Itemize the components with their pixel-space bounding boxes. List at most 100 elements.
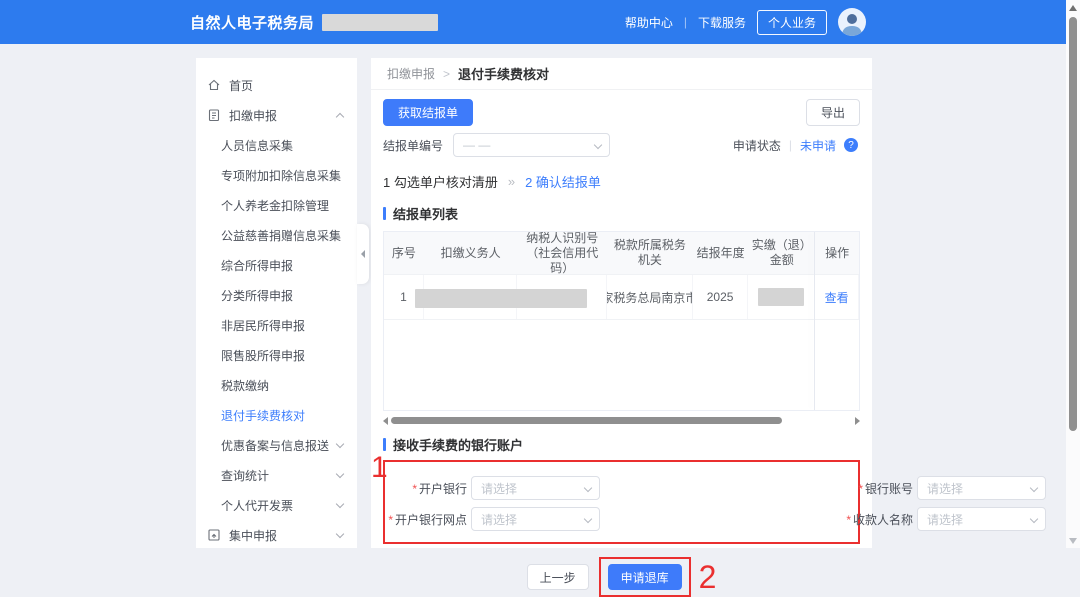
previous-step-button[interactable]: 上一步 [527, 564, 589, 590]
sidebar-item-preferential-filing[interactable]: 优惠备案与信息报送 [196, 430, 357, 460]
bank-account-section-title: 接收手续费的银行账户 [383, 435, 872, 454]
sidebar-item-refund-fee-check[interactable]: 退付手续费核对 [196, 400, 357, 430]
apply-refund-button[interactable]: 申请退库 [608, 564, 682, 590]
sidebar-item-home[interactable]: 首页 [196, 70, 357, 100]
payee-name-select[interactable]: 请选择 [917, 507, 1046, 531]
section-bar [383, 207, 386, 220]
filter-row: 结报单编号 — — 申请状态 | 未申请 ? [383, 133, 858, 157]
table-header-row: 序号 扣缴义务人 纳税人识别号（社会信用代码） 税款所属税务机关 结报年度 实缴… [384, 232, 859, 274]
horizontal-scrollbar[interactable] [383, 416, 860, 425]
statement-list-section-title: 结报单列表 [383, 204, 872, 223]
sidebar-item-centralized-declare[interactable]: 集中申报 [196, 520, 357, 548]
chevron-down-icon [336, 440, 344, 448]
chevron-down-icon [594, 141, 602, 149]
toolbar: 获取结报单 导出 [383, 99, 860, 126]
bottom-actions: 上一步 申请退库 2 [371, 557, 872, 597]
sidebar-item-tax-payment[interactable]: 税款缴纳 [196, 370, 357, 400]
chevron-down-icon [1030, 484, 1038, 492]
bank-name-label: *开户银行 [385, 480, 467, 497]
bank-account-select[interactable]: 请选择 [917, 476, 1046, 500]
sidebar-item-special-deduction[interactable]: 专项附加扣除信息采集 [196, 160, 357, 190]
sidebar: 首页 扣缴申报 人员信息采集 专项附加扣除信息采集 个人养老金扣除管理 公益慈善… [196, 58, 357, 548]
bank-branch-select[interactable]: 请选择 [471, 507, 600, 531]
fetch-statement-button[interactable]: 获取结报单 [383, 99, 473, 126]
apply-status-label: 申请状态 [733, 137, 781, 154]
breadcrumb: 扣缴申报 > 退付手续费核对 [371, 58, 872, 90]
user-avatar[interactable] [838, 8, 866, 36]
chevron-down-icon [336, 500, 344, 508]
batch-icon [207, 528, 221, 542]
form-icon [207, 108, 221, 122]
payee-name-label: *收款人名称 [820, 511, 913, 528]
brand: 自然人电子税务局 [190, 0, 438, 44]
redacted-account-name [322, 14, 438, 31]
statement-no-select[interactable]: — — [453, 133, 610, 157]
app-title: 自然人电子税务局 [190, 12, 314, 33]
view-link[interactable]: 查看 [825, 289, 849, 306]
cell-tax-authority: 国家税务总局南京市… [607, 275, 693, 319]
bank-fields-row-1: *开户银行 请选择 *银行账号 请选择 [385, 476, 858, 500]
sidebar-collapse-handle[interactable] [357, 224, 369, 284]
annotation-box-1: 1 *开户银行 请选择 *银行账号 请选择 *开户银行网点 请选择 *收款人名称 [383, 460, 860, 544]
col-taxpayer-id: 纳税人识别号（社会信用代码） [517, 232, 607, 274]
bank-account-label: *银行账号 [820, 480, 913, 497]
horizontal-scroll-thumb[interactable] [391, 417, 782, 424]
breadcrumb-separator: > [443, 67, 450, 81]
main-content: 扣缴申报 > 退付手续费核对 获取结报单 导出 结报单编号 — — 申请状态 |… [371, 58, 872, 548]
sidebar-item-personnel-info[interactable]: 人员信息采集 [196, 130, 357, 160]
chevron-down-icon [336, 470, 344, 478]
col-withholding-agent: 扣缴义务人 [424, 232, 518, 274]
home-icon [207, 78, 221, 92]
chevron-up-icon [336, 113, 344, 121]
top-header-bar: 自然人电子税务局 帮助中心 | 下载服务 个人业务 [0, 0, 1066, 44]
sidebar-item-pension-deduction[interactable]: 个人养老金扣除管理 [196, 190, 357, 220]
annotation-marker-2: 2 [699, 561, 717, 593]
sidebar-item-classified-income[interactable]: 分类所得申报 [196, 280, 357, 310]
help-question-icon[interactable]: ? [844, 138, 858, 152]
step-separator: » [508, 174, 515, 189]
sidebar-item-withholding-declare[interactable]: 扣缴申报 [196, 100, 357, 130]
personal-business-button[interactable]: 个人业务 [757, 10, 827, 35]
screen: 自然人电子税务局 帮助中心 | 下载服务 个人业务 首页 [0, 0, 1080, 548]
breadcrumb-parent[interactable]: 扣缴申报 [387, 65, 435, 82]
col-year: 结报年度 [693, 232, 749, 274]
section-bar [383, 438, 386, 451]
download-service-link[interactable]: 下载服务 [698, 14, 746, 31]
sidebar-item-nonresident-income[interactable]: 非居民所得申报 [196, 310, 357, 340]
person-icon [838, 8, 866, 36]
table-row: 1 国家税务总局南京市… 2025 查看 [384, 274, 859, 320]
vertical-scroll-thumb[interactable] [1069, 17, 1077, 431]
scroll-up-arrow-icon[interactable] [1069, 5, 1077, 11]
page-scrollbar[interactable] [1066, 0, 1080, 548]
help-center-link[interactable]: 帮助中心 [625, 14, 673, 31]
bank-fields-row-2: *开户银行网点 请选择 *收款人名称 请选择 [385, 507, 858, 531]
scroll-left-arrow-icon[interactable] [383, 417, 388, 425]
apply-status-value: 未申请 [800, 137, 836, 154]
annotation-box-2: 申请退库 [599, 557, 691, 597]
cell-amount [748, 275, 815, 319]
col-amount: 实缴（退）金额 [748, 232, 815, 274]
redacted-amount [758, 288, 804, 306]
step-1: 1 勾选单户核对清册 [383, 172, 498, 191]
scroll-down-arrow-icon[interactable] [1069, 538, 1077, 544]
col-tax-authority: 税款所属税务机关 [607, 232, 693, 274]
cell-action: 查看 [815, 275, 859, 319]
chevron-down-icon [1030, 515, 1038, 523]
sidebar-item-charity-donation[interactable]: 公益慈善捐赠信息采集 [196, 220, 357, 250]
breadcrumb-current: 退付手续费核对 [458, 64, 549, 83]
sidebar-item-restricted-stock[interactable]: 限售股所得申报 [196, 340, 357, 370]
export-button[interactable]: 导出 [806, 99, 860, 126]
sidebar-item-comprehensive-income[interactable]: 综合所得申报 [196, 250, 357, 280]
chevron-down-icon [584, 484, 592, 492]
bank-name-select[interactable]: 请选择 [471, 476, 600, 500]
chevron-down-icon [336, 530, 344, 538]
sidebar-item-query-statistics[interactable]: 查询统计 [196, 460, 357, 490]
step-2[interactable]: 2 确认结报单 [525, 172, 601, 191]
scroll-right-arrow-icon[interactable] [855, 417, 860, 425]
step-indicator: 1 勾选单户核对清册 » 2 确认结报单 [383, 172, 872, 191]
nav-divider: | [684, 15, 687, 29]
status-divider: | [789, 138, 792, 152]
top-nav: 帮助中心 | 下载服务 个人业务 [625, 0, 866, 44]
chevron-down-icon [584, 515, 592, 523]
sidebar-item-invoice-issuing[interactable]: 个人代开发票 [196, 490, 357, 520]
